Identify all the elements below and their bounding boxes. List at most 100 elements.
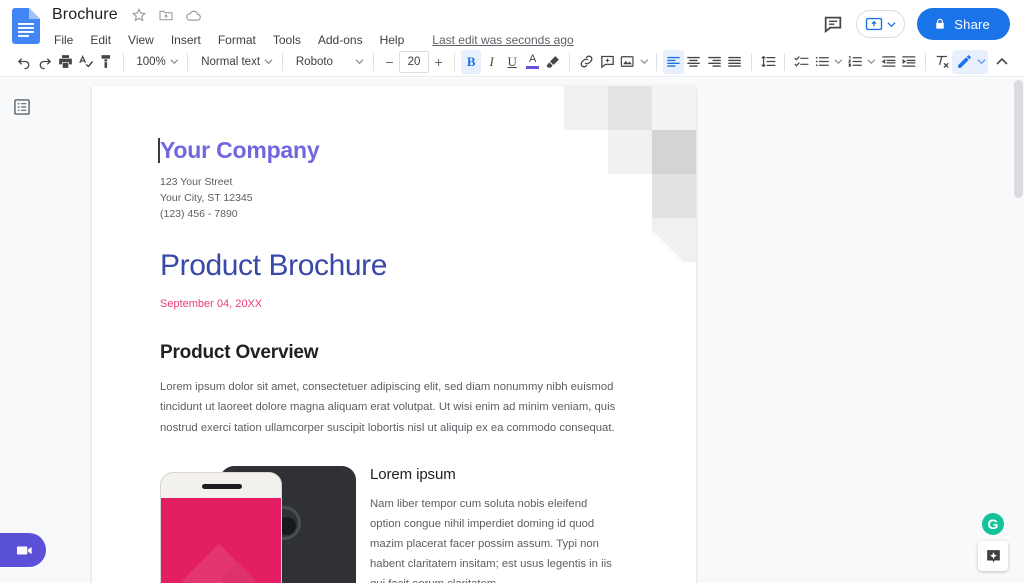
grammarly-label: G: [988, 517, 999, 531]
product-image-column: [160, 464, 356, 583]
align-justify-icon[interactable]: [725, 50, 746, 74]
print-icon[interactable]: [55, 50, 76, 74]
share-label: Share: [954, 17, 990, 32]
product-body-paragraph[interactable]: Nam liber tempor cum soluta nobis eleife…: [370, 494, 620, 583]
add-comment-icon[interactable]: [597, 50, 618, 74]
chevron-down-icon: [977, 57, 986, 66]
brochure-date[interactable]: September 04, 20XX: [160, 298, 620, 310]
redo-icon[interactable]: [35, 50, 56, 74]
font-size-stepper: − 20 +: [380, 51, 448, 73]
font-size-decrease[interactable]: −: [380, 51, 399, 73]
font-size-value[interactable]: 20: [399, 51, 429, 73]
company-name[interactable]: Your Company: [160, 138, 620, 163]
text-color-swatch: [526, 66, 539, 69]
share-button[interactable]: Share: [917, 8, 1010, 40]
underline-label: U: [507, 54, 516, 70]
diamond-logo: [164, 544, 274, 583]
menu-add-ons[interactable]: Add-ons: [316, 32, 365, 48]
document-outline-icon[interactable]: [12, 97, 32, 117]
bold-label: B: [467, 54, 476, 70]
cloud-saved-icon[interactable]: [185, 7, 201, 23]
align-center-icon[interactable]: [684, 50, 705, 74]
font-value: Roboto: [296, 56, 333, 68]
style-value: Normal text: [201, 56, 260, 68]
brochure-title[interactable]: Product Brochure: [160, 248, 620, 284]
comment-history-icon[interactable]: [822, 13, 844, 35]
toolbar-divider: [784, 53, 785, 71]
font-size-increase[interactable]: +: [429, 51, 448, 73]
doc-title[interactable]: Brochure: [52, 6, 120, 24]
editing-mode-button[interactable]: [952, 50, 988, 74]
vertical-scrollbar[interactable]: [1014, 80, 1023, 198]
highlight-icon[interactable]: [543, 50, 564, 74]
clear-formatting-icon[interactable]: [932, 50, 953, 74]
product-subheading[interactable]: Lorem ipsum: [370, 466, 620, 483]
move-to-folder-icon[interactable]: [158, 7, 174, 23]
paint-format-icon[interactable]: [96, 50, 117, 74]
zoom-select[interactable]: 100%: [129, 50, 181, 74]
menu-file[interactable]: File: [52, 32, 75, 48]
menu-view[interactable]: View: [126, 32, 156, 48]
toolbar-divider: [656, 53, 657, 71]
product-phones-illustration[interactable]: [160, 464, 356, 583]
align-right-icon[interactable]: [704, 50, 725, 74]
chevron-down-icon: [264, 57, 273, 66]
toolbar-divider: [187, 53, 188, 71]
menu-tools[interactable]: Tools: [271, 32, 303, 48]
insert-image-icon: [619, 53, 635, 70]
meet-call-button[interactable]: [0, 533, 46, 567]
present-button[interactable]: [856, 10, 905, 38]
lock-icon: [933, 17, 947, 31]
spellcheck-icon[interactable]: [76, 50, 97, 74]
numbered-list-button[interactable]: [845, 50, 878, 74]
company-address[interactable]: 123 Your Street Your City, ST 12345 (123…: [160, 175, 620, 223]
decrease-indent-icon[interactable]: [878, 50, 899, 74]
overview-paragraph[interactable]: Lorem ipsum dolor sit amet, consectetuer…: [160, 377, 620, 438]
grammarly-button[interactable]: G: [982, 513, 1004, 535]
insert-image-button[interactable]: [617, 50, 650, 74]
chevron-down-icon: [170, 57, 179, 66]
checklist-icon[interactable]: [791, 50, 812, 74]
section-heading[interactable]: Product Overview: [160, 342, 620, 364]
title-zone: Brochure File Edit View Insert: [52, 4, 574, 48]
text-color-button[interactable]: A: [522, 50, 543, 74]
star-icon[interactable]: [131, 7, 147, 23]
chevron-down-icon: [867, 57, 876, 66]
chevron-down-icon: [640, 57, 649, 66]
insert-link-icon[interactable]: [576, 50, 597, 74]
menu-help[interactable]: Help: [378, 32, 407, 48]
phone-screen: [161, 498, 281, 583]
editing-mode-pencil-icon: [956, 53, 973, 70]
bold-button[interactable]: B: [461, 50, 482, 74]
address-line-3: (123) 456 - 7890: [160, 207, 620, 223]
document-workspace: Your Company 123 Your Street Your City, …: [0, 78, 1024, 583]
explore-button[interactable]: [978, 541, 1008, 571]
bulleted-list-button[interactable]: [812, 50, 845, 74]
present-icon: [864, 14, 884, 34]
numbered-list-icon: [847, 53, 863, 70]
google-docs-icon[interactable]: [12, 8, 40, 44]
doc-title-row: Brochure: [52, 4, 574, 26]
undo-icon[interactable]: [14, 50, 35, 74]
toolbar-right-group: [952, 50, 1024, 74]
last-edit-status[interactable]: Last edit was seconds ago: [432, 33, 573, 47]
video-camera-icon: [15, 541, 34, 560]
line-spacing-icon[interactable]: [758, 50, 779, 74]
menu-edit[interactable]: Edit: [88, 32, 113, 48]
chevron-up-icon: [995, 55, 1009, 69]
menu-insert[interactable]: Insert: [169, 32, 203, 48]
top-right-actions: Share: [822, 8, 1010, 40]
paragraph-style-select[interactable]: Normal text: [194, 50, 276, 74]
underline-button[interactable]: U: [502, 50, 523, 74]
align-left-icon[interactable]: [663, 50, 684, 74]
menu-format[interactable]: Format: [216, 32, 258, 48]
collapse-toolbar-button[interactable]: [990, 50, 1014, 74]
font-family-select[interactable]: Roboto: [289, 50, 367, 74]
text-color-label: A: [529, 54, 536, 65]
toolbar-divider: [123, 53, 124, 71]
increase-indent-icon[interactable]: [898, 50, 919, 74]
document-page[interactable]: Your Company 123 Your Street Your City, …: [92, 86, 696, 583]
address-line-2: Your City, ST 12345: [160, 191, 620, 207]
italic-button[interactable]: I: [481, 50, 502, 74]
phone-front: [160, 472, 282, 583]
